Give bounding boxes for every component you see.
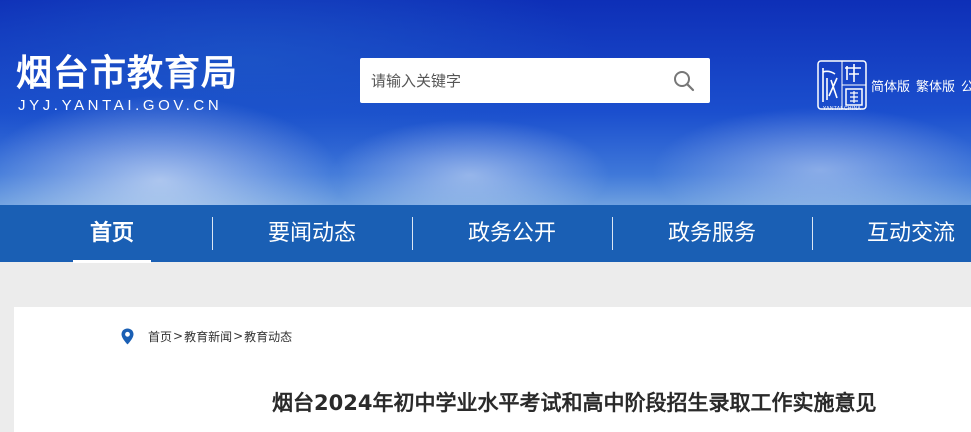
nav-item-interaction[interactable]: 互动交流 <box>852 205 970 262</box>
nav-divider <box>212 217 213 250</box>
nav-item-government-services[interactable]: 政务服务 <box>652 205 772 262</box>
site-header: 烟台市教育局 JYJ.YANTAI.GOV.CN YANTAI·CHINA 简体… <box>0 0 971 205</box>
breadcrumb: 首页 > 教育新闻 > 教育动态 <box>121 328 292 344</box>
yantai-seal-icon <box>817 60 867 110</box>
language-links: 简体版 繁体版公 <box>871 76 971 95</box>
nav-divider <box>612 217 613 250</box>
public-link[interactable]: 公 <box>961 80 971 95</box>
search-icon[interactable] <box>672 69 696 93</box>
search-box <box>360 58 710 103</box>
breadcrumb-separator: > <box>233 329 244 343</box>
article-panel: 首页 > 教育新闻 > 教育动态 烟台2024年初中学业水平考试和高中阶段招生录取工作实… <box>14 307 971 432</box>
seal-caption: YANTAI·CHINA <box>822 106 862 112</box>
search-input[interactable] <box>360 58 660 103</box>
traditional-chinese-link[interactable]: 繁体版 <box>916 80 955 95</box>
nav-divider <box>812 217 813 250</box>
nav-item-news[interactable]: 要闻动态 <box>252 205 372 262</box>
nav-item-government-affairs[interactable]: 政务公开 <box>452 205 572 262</box>
breadcrumb-education-news[interactable]: 教育新闻 <box>184 328 232 345</box>
breadcrumb-separator: > <box>173 329 184 343</box>
location-pin-icon <box>121 328 134 344</box>
simplified-chinese-link[interactable]: 简体版 <box>871 80 910 95</box>
article-title: 烟台2024年初中学业水平考试和高中阶段招生录取工作实施意见 <box>272 391 877 415</box>
nav-item-home[interactable]: 首页 <box>73 205 151 263</box>
breadcrumb-home[interactable]: 首页 <box>148 328 172 345</box>
main-nav: 首页 要闻动态 政务公开 政务服务 互动交流 <box>0 205 971 263</box>
nav-divider <box>412 217 413 250</box>
site-title[interactable]: 烟台市教育局 <box>16 54 238 94</box>
site-domain: JYJ.YANTAI.GOV.CN <box>18 97 223 114</box>
breadcrumb-education-updates[interactable]: 教育动态 <box>244 328 292 345</box>
